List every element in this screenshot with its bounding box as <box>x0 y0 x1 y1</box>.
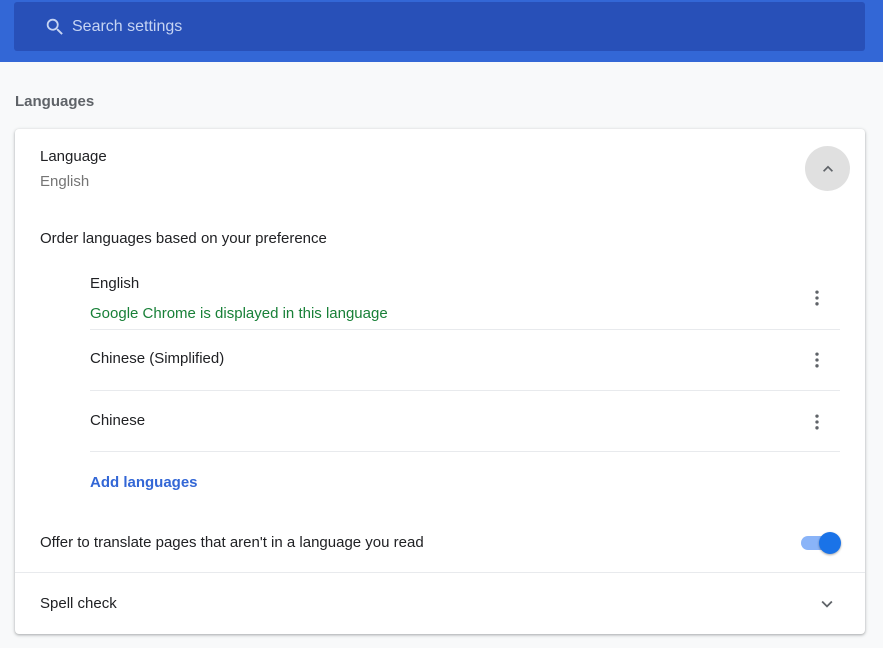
search-input[interactable] <box>72 10 832 44</box>
section-title: Languages <box>15 93 95 110</box>
top-header-bar <box>0 0 883 62</box>
language-title: Language <box>40 148 107 165</box>
chevron-up-icon <box>822 165 833 172</box>
offer-translate-toggle[interactable] <box>801 531 841 555</box>
more-vert-icon <box>815 290 819 306</box>
chevron-down-icon <box>821 600 833 608</box>
language-menu-button[interactable] <box>805 286 829 310</box>
language-row-english: English Google Chrome is displayed in th… <box>90 259 840 330</box>
divider <box>15 572 865 573</box>
language-row-name: Chinese (Simplified) <box>90 350 225 367</box>
language-row-name: English <box>90 275 140 292</box>
search-box[interactable] <box>14 2 865 51</box>
more-vert-icon <box>815 352 819 368</box>
expand-spell-check-button[interactable] <box>815 592 839 616</box>
toggle-knob <box>819 532 841 554</box>
search-icon[interactable] <box>44 16 66 38</box>
more-vert-icon <box>815 414 819 430</box>
add-languages-link[interactable]: Add languages <box>90 474 198 491</box>
collapse-language-button[interactable] <box>805 146 850 191</box>
order-languages-label: Order languages based on your preference <box>40 230 327 247</box>
language-menu-button[interactable] <box>805 348 829 372</box>
language-row-name: Chinese <box>90 412 146 429</box>
offer-translate-label: Offer to translate pages that aren't in … <box>40 534 424 551</box>
language-current-value: English <box>40 173 90 190</box>
display-language-note: Google Chrome is displayed in this langu… <box>90 305 388 322</box>
spell-check-label: Spell check <box>40 595 117 612</box>
languages-card: Language English Order languages based o… <box>15 129 865 634</box>
language-row-chinese-simplified: Chinese (Simplified) <box>90 330 840 391</box>
language-row-chinese: Chinese <box>90 391 840 452</box>
language-menu-button[interactable] <box>805 410 829 434</box>
